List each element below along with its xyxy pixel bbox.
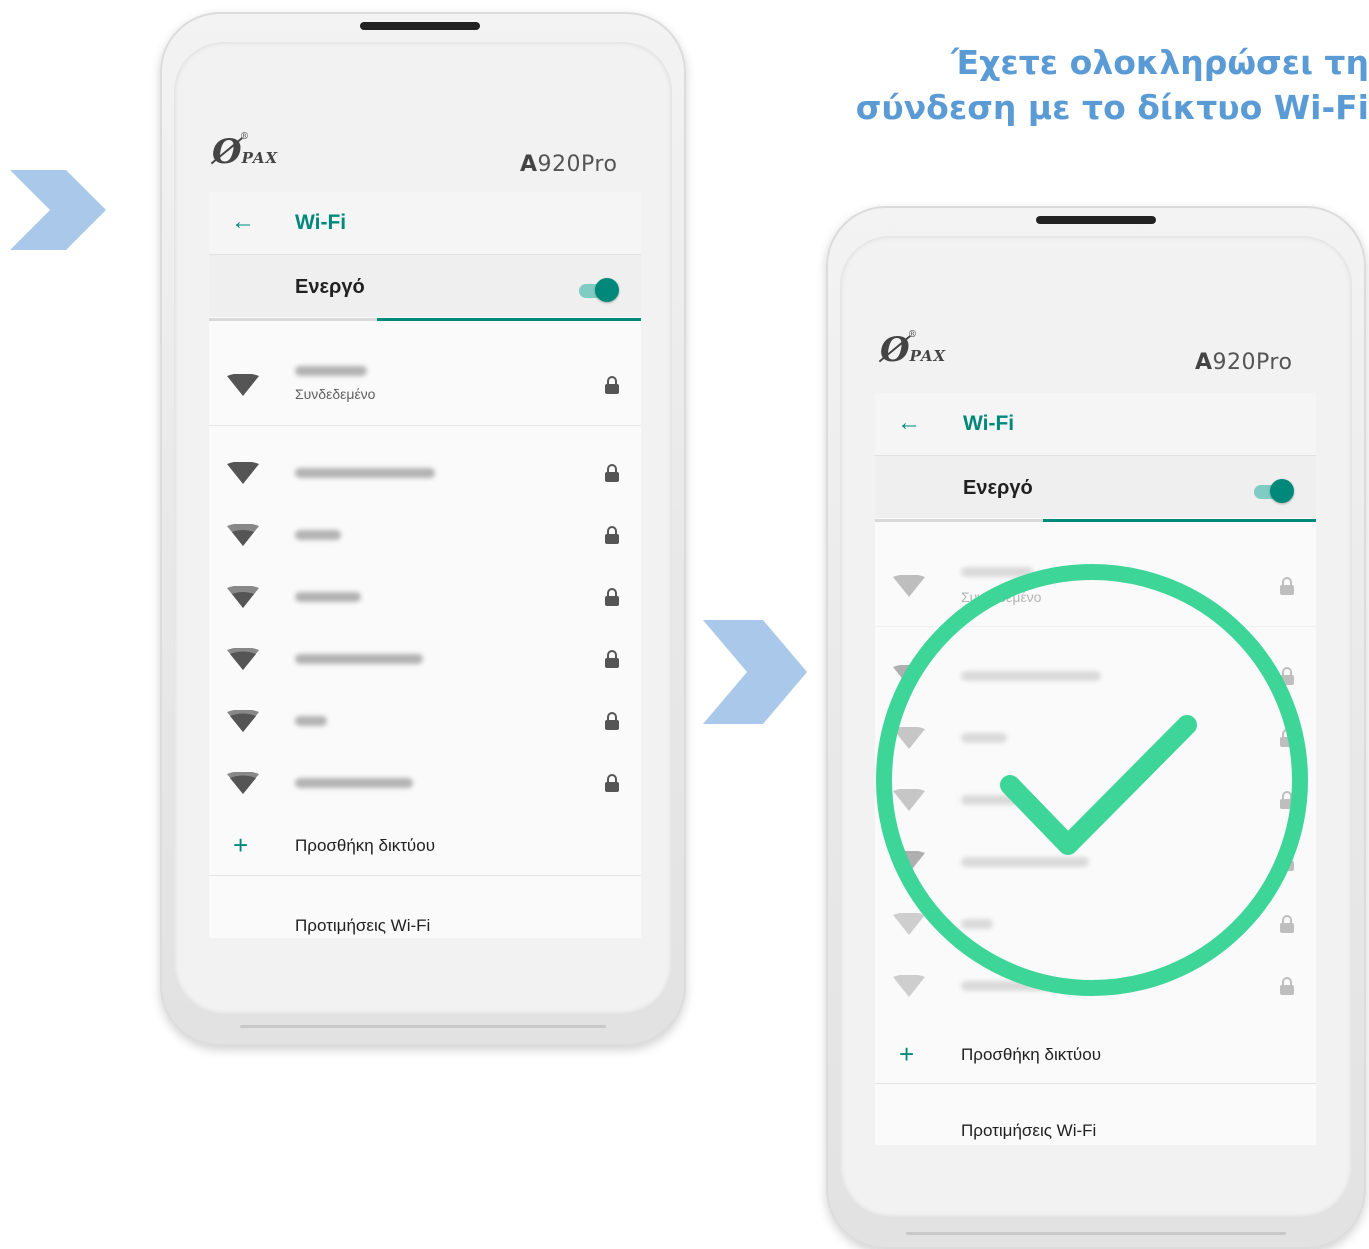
- wifi-signal-icon: [227, 462, 259, 484]
- arrow-left-icon[interactable]: ←: [231, 208, 255, 236]
- lock-icon: [605, 588, 619, 606]
- success-heading-line1: Έχετε ολοκληρώσει τη: [951, 43, 1369, 82]
- wifi-switch-thumb[interactable]: [595, 278, 619, 302]
- lock-icon: [605, 526, 619, 544]
- scan-progress-bar: [377, 318, 641, 321]
- chevron-right-icon: [10, 170, 106, 250]
- speaker-grille: [360, 22, 480, 30]
- wifi-signal-icon: [227, 586, 259, 608]
- plus-icon: +: [233, 830, 249, 860]
- plus-icon: +: [899, 1039, 915, 1069]
- pax-logo: ØPAX ®: [880, 330, 947, 370]
- pax-logo: ØPAX ®: [212, 132, 279, 172]
- network-row[interactable]: [209, 454, 641, 494]
- check-circle-icon: [876, 564, 1308, 996]
- network-row[interactable]: [209, 516, 641, 556]
- wifi-signal-icon: [227, 710, 259, 732]
- device-model: A920Pro: [520, 152, 618, 177]
- device-model: A920Pro: [1195, 350, 1293, 375]
- wifi-preferences-label: Προτιμήσεις Wi-Fi: [295, 916, 431, 935]
- lock-icon: [605, 774, 619, 792]
- wifi-signal-icon: [227, 772, 259, 794]
- wifi-toggle-label: Ενεργό: [295, 276, 365, 298]
- lock-icon: [605, 464, 619, 482]
- network-row[interactable]: [209, 640, 641, 680]
- lock-icon: [605, 376, 619, 394]
- success-heading: Έχετε ολοκληρώσει τη σύνδεση με το δίκτυ…: [790, 40, 1369, 130]
- page-title: Wi-Fi: [295, 211, 347, 234]
- lock-icon: [605, 712, 619, 730]
- add-network-label: Προσθήκη δικτύου: [961, 1045, 1101, 1064]
- wifi-toggle-row[interactable]: Ενεργό: [209, 255, 641, 317]
- network-row-connected[interactable]: Συνδεδεμένο: [209, 352, 641, 422]
- wifi-signal-icon: [227, 374, 259, 396]
- app-bar: ← Wi-Fi: [209, 192, 641, 255]
- network-row[interactable]: [209, 578, 641, 618]
- wifi-preferences-item[interactable]: Προτιμήσεις Wi-Fi: [875, 1115, 1316, 1145]
- success-heading-line2: σύνδεση με το δίκτυο Wi-Fi: [855, 88, 1369, 127]
- wifi-preferences-item[interactable]: Προτιμήσεις Wi-Fi: [209, 908, 641, 938]
- add-network-button[interactable]: + Προσθήκη δικτύου: [209, 828, 641, 864]
- add-network-button[interactable]: + Προσθήκη δικτύου: [875, 1037, 1316, 1073]
- wifi-preferences-label: Προτιμήσεις Wi-Fi: [961, 1121, 1097, 1140]
- speaker-grille: [1036, 216, 1156, 224]
- network-row[interactable]: [209, 702, 641, 742]
- wifi-signal-icon: [227, 524, 259, 546]
- lock-icon: [605, 650, 619, 668]
- wifi-signal-icon: [227, 648, 259, 670]
- add-network-label: Προσθήκη δικτύου: [295, 836, 435, 855]
- connected-status: Συνδεδεμένο: [295, 386, 376, 402]
- network-row[interactable]: [209, 764, 641, 804]
- chevron-right-icon: [703, 620, 807, 724]
- wifi-settings-screen: ← Wi-Fi Ενεργό Συνδεδεμένο + Προσθήκη δι…: [209, 192, 641, 938]
